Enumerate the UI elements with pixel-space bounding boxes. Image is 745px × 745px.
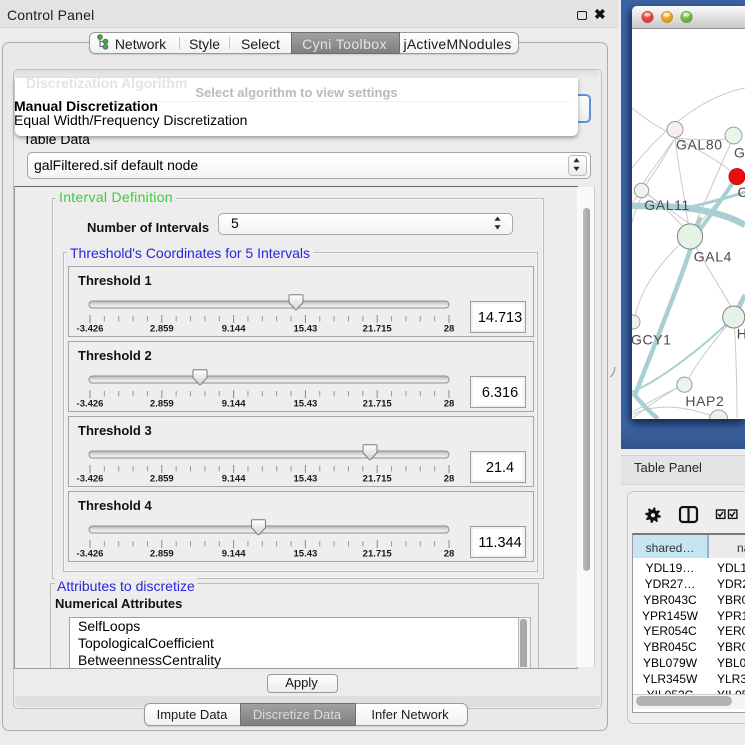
svg-text:H: H xyxy=(737,325,745,341)
svg-text:GAL4: GAL4 xyxy=(694,249,732,265)
svg-text:9.144: 9.144 xyxy=(222,399,246,410)
svg-text:GCY1: GCY1 xyxy=(632,331,672,347)
svg-text:2.859: 2.859 xyxy=(150,399,174,410)
svg-text:GA: GA xyxy=(734,145,745,161)
svg-text:28: 28 xyxy=(444,324,455,335)
svg-text:2.859: 2.859 xyxy=(150,549,174,560)
svg-text:9.144: 9.144 xyxy=(222,474,246,485)
svg-text:9.144: 9.144 xyxy=(222,324,246,335)
svg-text:-3.426: -3.426 xyxy=(77,324,104,335)
svg-text:2.859: 2.859 xyxy=(150,324,174,335)
svg-text:28: 28 xyxy=(444,474,455,485)
svg-text:HAP2: HAP2 xyxy=(685,393,724,409)
svg-text:GAL80: GAL80 xyxy=(676,137,723,153)
svg-text:C: C xyxy=(738,184,745,200)
svg-text:9.144: 9.144 xyxy=(222,549,246,560)
svg-text:15.43: 15.43 xyxy=(294,324,318,335)
svg-text:15.43: 15.43 xyxy=(294,474,318,485)
svg-text:2.859: 2.859 xyxy=(150,474,174,485)
svg-text:21.715: 21.715 xyxy=(363,324,393,335)
svg-text:28: 28 xyxy=(444,399,455,410)
svg-text:-3.426: -3.426 xyxy=(77,549,104,560)
svg-text:-3.426: -3.426 xyxy=(77,399,104,410)
svg-text:28: 28 xyxy=(444,549,455,560)
svg-text:15.43: 15.43 xyxy=(294,399,318,410)
svg-text:21.715: 21.715 xyxy=(363,474,393,485)
svg-text:21.715: 21.715 xyxy=(363,549,393,560)
svg-text:-3.426: -3.426 xyxy=(77,474,104,485)
svg-text:15.43: 15.43 xyxy=(294,549,318,560)
svg-text:21.715: 21.715 xyxy=(363,399,393,410)
svg-text:GAL11: GAL11 xyxy=(644,197,690,213)
